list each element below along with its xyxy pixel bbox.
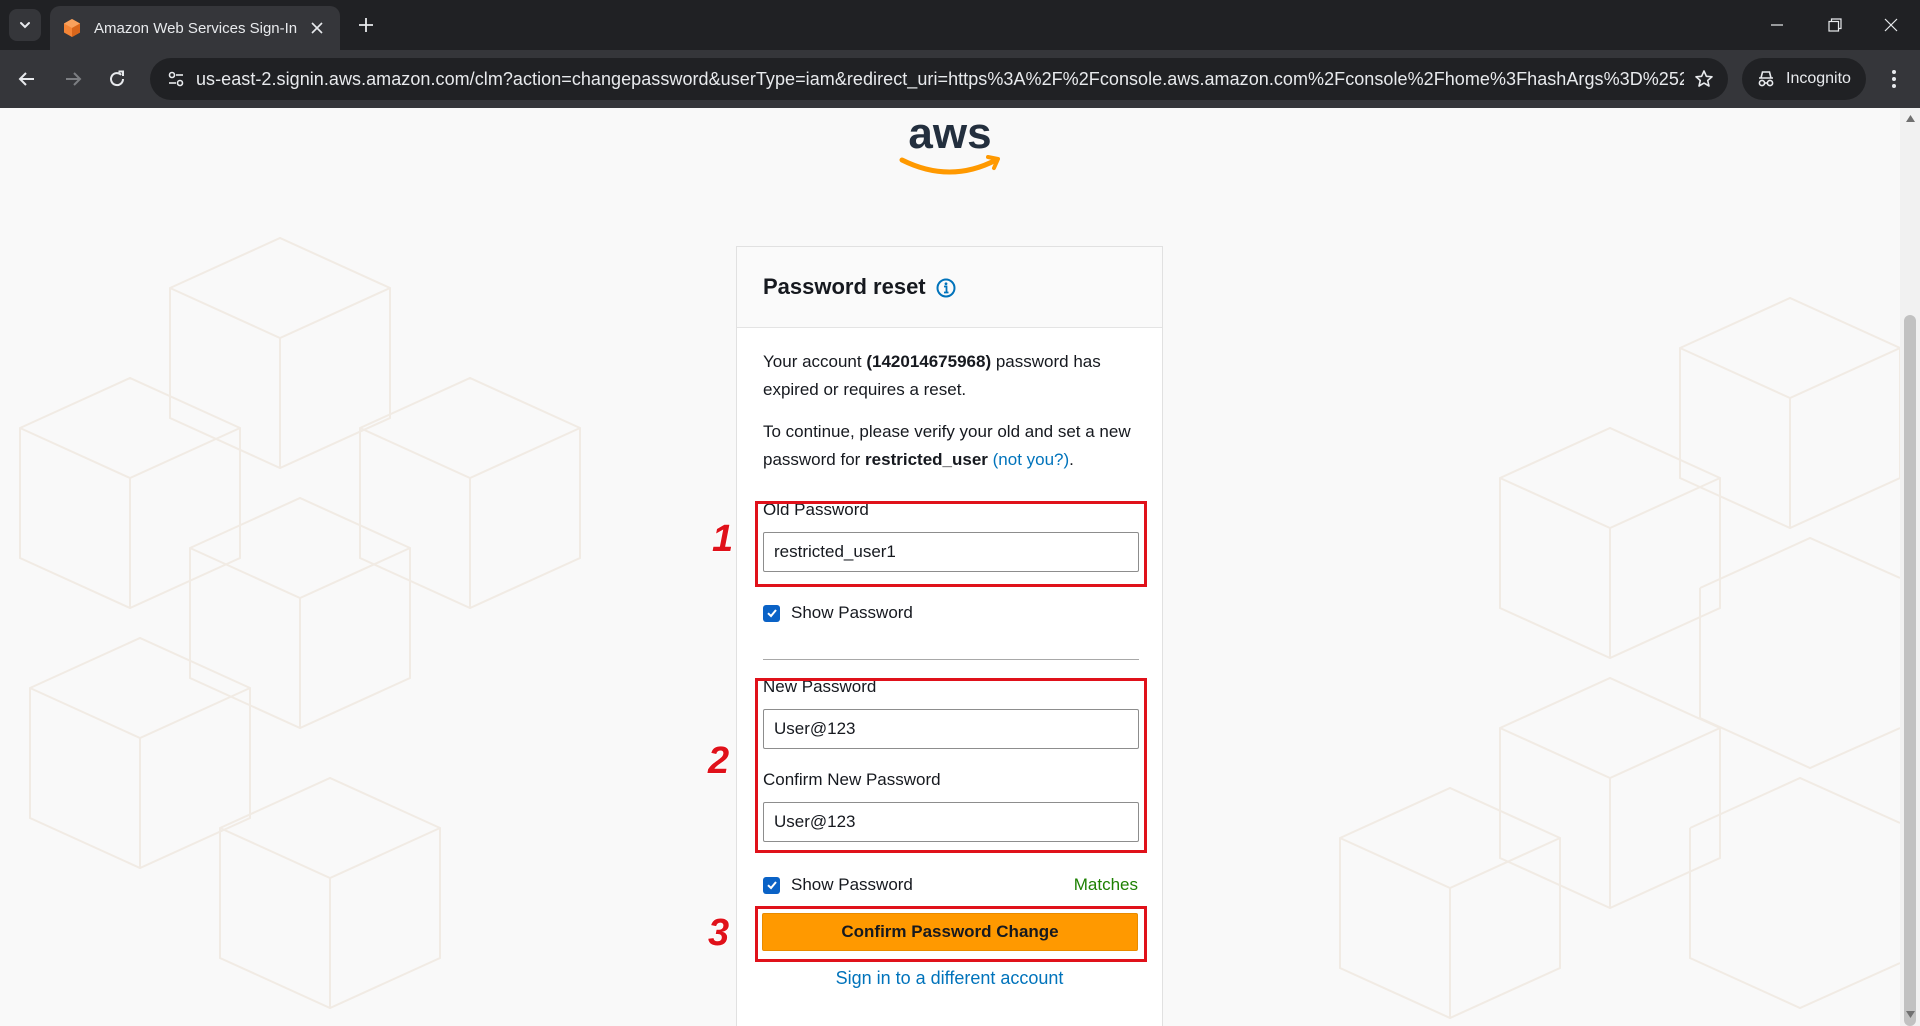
tab-strip: Amazon Web Services Sign-In	[0, 0, 1920, 50]
browser-toolbar: us-east-2.signin.aws.amazon.com/clm?acti…	[0, 50, 1920, 108]
annotation-box-1	[755, 501, 1147, 587]
url-text[interactable]: us-east-2.signin.aws.amazon.com/clm?acti…	[196, 69, 1684, 90]
annotation-box-3	[755, 906, 1147, 962]
annotation-number-3: 3	[707, 911, 730, 955]
minimize-icon	[1771, 24, 1783, 26]
browser-menu-button[interactable]	[1878, 63, 1910, 95]
chevron-down-icon	[20, 22, 30, 29]
browser-tab-active[interactable]: Amazon Web Services Sign-In	[50, 6, 340, 50]
scroll-down-button[interactable]	[1904, 1008, 1916, 1020]
back-button[interactable]	[11, 63, 43, 95]
aws-logo: aws	[899, 109, 1000, 175]
arrow-left-icon	[18, 72, 34, 86]
close-icon	[1884, 18, 1898, 32]
annotation-box-2	[755, 678, 1147, 853]
incognito-icon	[1758, 71, 1774, 87]
triangle-down-icon	[1905, 1010, 1915, 1018]
new-tab-button[interactable]	[352, 11, 380, 39]
close-icon	[311, 22, 323, 34]
restore-button[interactable]	[1806, 0, 1864, 50]
forward-button[interactable]	[57, 63, 89, 95]
annotation-number-2: 2	[707, 739, 730, 783]
restore-icon	[1828, 18, 1842, 32]
tab-search-button[interactable]	[9, 9, 41, 41]
tab-title: Amazon Web Services Sign-In	[94, 19, 298, 37]
address-bar[interactable]: us-east-2.signin.aws.amazon.com/clm?acti…	[150, 58, 1728, 100]
more-vert-icon	[1892, 70, 1896, 88]
incognito-label: Incognito	[1786, 70, 1851, 87]
annotation-number-1: 1	[711, 517, 734, 561]
tab-close-button[interactable]	[306, 17, 328, 39]
reload-button[interactable]	[101, 63, 133, 95]
close-window-button[interactable]	[1862, 0, 1920, 50]
minimize-button[interactable]	[1748, 0, 1806, 50]
aws-logo-text: aws	[908, 109, 991, 158]
plus-icon	[359, 18, 373, 32]
incognito-indicator[interactable]: Incognito	[1742, 58, 1866, 100]
tune-icon	[168, 71, 184, 87]
arrow-right-icon	[66, 72, 82, 86]
bookmark-button[interactable]	[1684, 58, 1724, 100]
star-icon	[1695, 70, 1713, 87]
scrollbar-thumb[interactable]	[1904, 315, 1916, 1026]
scroll-up-button[interactable]	[1904, 112, 1916, 124]
triangle-up-icon	[1905, 114, 1915, 122]
site-info-button[interactable]	[156, 58, 196, 100]
reload-icon	[110, 70, 125, 87]
sign-in-different-account-link[interactable]: Sign in to a different account	[736, 968, 1163, 989]
aws-favicon-icon	[64, 19, 80, 37]
